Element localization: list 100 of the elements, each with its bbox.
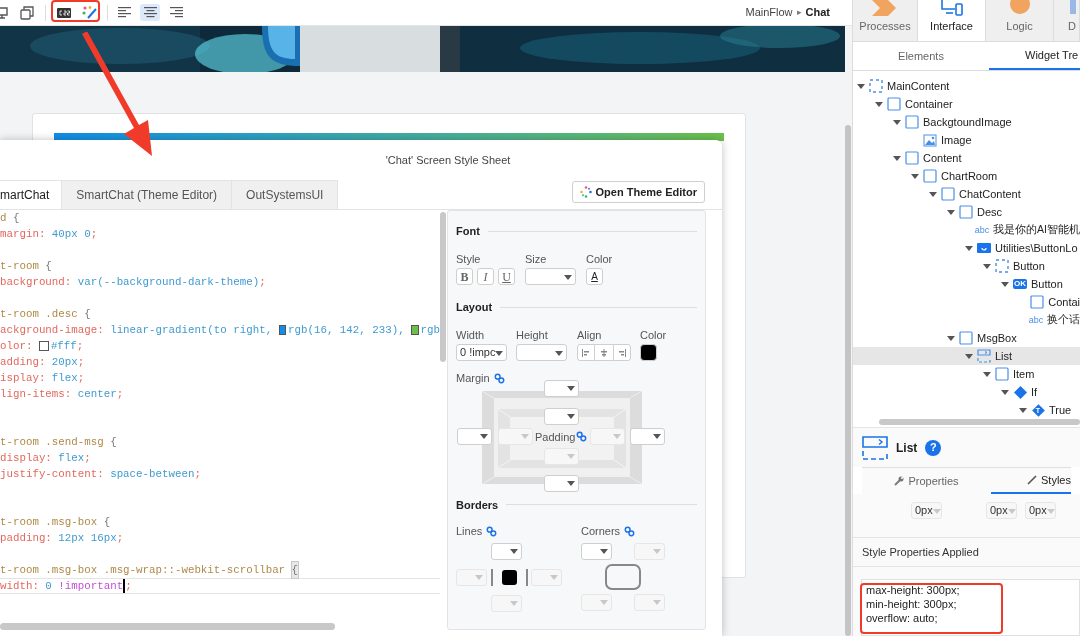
dropdown[interactable]: 0px (911, 502, 942, 519)
tree-label: BackgtoundImage (923, 114, 1012, 130)
color-swatch[interactable] (278, 325, 287, 335)
placeholder-icon (995, 259, 1009, 273)
tab[interactable]: Widget Tre (989, 42, 1080, 70)
tree-label: 换个话 (1047, 312, 1080, 328)
code-token: ; (90, 227, 98, 242)
style-property-line: min-height: 300px; (866, 597, 958, 611)
tree-item[interactable]: MsgBox (853, 329, 1080, 347)
tree-label: ChartRoom (941, 168, 998, 184)
code-token: margin: (0, 227, 46, 242)
tree-item[interactable]: MainContent (853, 77, 1080, 95)
open-theme-editor-button[interactable]: Open Theme Editor (571, 181, 705, 203)
tree-item[interactable]: BackgtoundImage (853, 113, 1080, 131)
tree-item[interactable]: OK Button (853, 275, 1080, 293)
code-token: t-room (0, 259, 40, 274)
tab[interactable]: Elements (853, 42, 989, 70)
align-button[interactable] (140, 4, 160, 21)
code-token: t-room .send-msg (0, 435, 105, 450)
breadcrumb-link[interactable]: MainFlow (745, 4, 793, 21)
tree-item[interactable]: ChartRoom (853, 167, 1080, 185)
tree-item[interactable]: Container (853, 95, 1080, 113)
code-token: padding: (0, 531, 52, 546)
palette-icon[interactable] (82, 6, 97, 19)
module-tab[interactable]: D (1054, 0, 1080, 41)
link-icon[interactable] (576, 431, 588, 443)
caret-icon (567, 384, 575, 392)
tree-item[interactable]: Desc (853, 203, 1080, 221)
tree-label: Container (905, 96, 953, 112)
scrollbar-thumb[interactable] (845, 125, 851, 636)
link-icon[interactable] (486, 525, 498, 537)
scrollbar-thumb[interactable] (440, 212, 446, 362)
caret-icon (600, 547, 608, 555)
code-token: { (45, 259, 52, 274)
container-icon (941, 187, 955, 201)
tree-item[interactable]: Utilities\ButtonLo (853, 239, 1080, 257)
dropdown[interactable] (525, 268, 576, 285)
tree-item[interactable]: List (853, 347, 1080, 365)
caret-icon (932, 506, 941, 515)
tree-item[interactable]: abc 换个话 (853, 311, 1080, 329)
breadcrumb-current: Chat (805, 5, 830, 21)
dropdown[interactable] (581, 542, 612, 560)
dropdown[interactable] (457, 427, 492, 445)
font-style-button[interactable]: I (477, 268, 494, 285)
code-token: var(--background-dark-theme) (76, 275, 260, 290)
copy-icon[interactable] (20, 5, 34, 20)
color-swatch[interactable] (502, 569, 517, 585)
tab[interactable]: Properties (862, 468, 992, 494)
dropdown[interactable] (491, 542, 522, 560)
code-token: { (84, 307, 91, 322)
tree-item[interactable]: ChatContent (853, 185, 1080, 203)
caret-icon (1001, 388, 1009, 396)
link-icon[interactable] (624, 525, 636, 537)
module-tab[interactable]: Interface (918, 0, 986, 41)
color-swatch[interactable] (38, 341, 49, 351)
field-label: Color (640, 327, 667, 343)
tree-item[interactable]: Item (853, 365, 1080, 383)
tab[interactable]: martChat (0, 180, 63, 209)
field-label: Margin (456, 371, 490, 386)
code-token: rgb (420, 323, 440, 338)
code-token: background: (0, 275, 72, 290)
color-swatch[interactable] (411, 325, 419, 335)
caret-icon (521, 432, 529, 440)
dropdown[interactable] (630, 427, 665, 445)
css-icon[interactable] (57, 7, 71, 18)
tree-item[interactable]: If (853, 383, 1080, 401)
dropdown[interactable] (544, 379, 579, 397)
tree-item[interactable]: Image (853, 131, 1080, 149)
align-button[interactable] (613, 344, 631, 361)
container-icon (887, 97, 901, 111)
dropdown[interactable]: 0px (1025, 502, 1056, 519)
dropdown[interactable]: 0 !impc (456, 344, 507, 361)
monitor-icon[interactable] (0, 5, 8, 20)
caret-icon (893, 118, 901, 126)
container-icon (1030, 295, 1045, 309)
module-tab[interactable]: Logic (986, 0, 1054, 41)
dropdown[interactable]: 0px (986, 502, 1017, 519)
align-button[interactable] (577, 344, 595, 361)
style-property-line: overflow: auto; (866, 611, 939, 625)
tree-item[interactable]: Content (853, 149, 1080, 167)
border-color-picker[interactable] (491, 568, 528, 586)
tab[interactable]: SmartChat (Theme Editor) (62, 180, 233, 209)
tree-item[interactable]: Contai (853, 293, 1080, 311)
list-icon (862, 435, 888, 460)
font-style-button[interactable]: U (498, 268, 515, 285)
code-token: ; (116, 387, 124, 402)
code-token: 40px 0 (50, 227, 91, 242)
tab[interactable]: OutSystemsUI (232, 180, 339, 209)
help-icon[interactable]: ? (925, 439, 942, 456)
font-color-button[interactable]: A (586, 268, 603, 285)
align-button[interactable] (595, 344, 613, 361)
section-title: Font (456, 224, 480, 239)
scrollbar-thumb[interactable] (879, 419, 1080, 425)
link-icon[interactable] (493, 372, 505, 384)
caret-icon (1007, 506, 1016, 515)
tree-item[interactable]: abc 我是你的AI智能机 (853, 221, 1080, 239)
scrollbar-thumb[interactable] (0, 623, 335, 630)
tree-item[interactable]: Button (853, 257, 1080, 275)
dropdown[interactable] (516, 344, 567, 361)
font-style-button[interactable]: B (456, 268, 473, 285)
